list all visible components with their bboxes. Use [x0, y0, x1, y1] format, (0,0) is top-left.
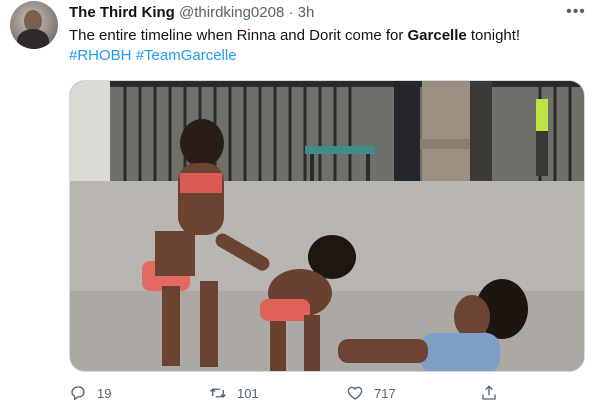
share-button[interactable]	[480, 379, 508, 407]
hashtag-link[interactable]: #TeamGarcelle	[136, 47, 237, 64]
retweet-button[interactable]: 101	[209, 379, 259, 407]
avatar[interactable]	[10, 1, 58, 49]
tweet-text-part: The entire timeline when Rinna and Dorit…	[69, 27, 408, 44]
heart-icon	[347, 386, 363, 400]
reply-icon	[71, 386, 85, 401]
hashtag-link[interactable]: #RHOBH	[69, 47, 132, 64]
user-handle[interactable]: @thirdking0208	[179, 4, 284, 21]
hashtag-list: #RHOBH #TeamGarcelle	[69, 46, 237, 66]
retweet-count: 101	[237, 385, 259, 401]
share-icon	[482, 385, 496, 400]
tweet-media-image[interactable]	[69, 80, 585, 372]
tweet-text: The entire timeline when Rinna and Dorit…	[69, 26, 520, 46]
tweet-text-bold: Garcelle	[407, 27, 467, 44]
retweet-icon	[210, 388, 226, 398]
avatar-body	[17, 29, 49, 49]
separator-dot: ·	[288, 4, 294, 21]
like-button[interactable]: 717	[346, 379, 396, 407]
timestamp[interactable]: 3h	[298, 4, 315, 21]
reply-button[interactable]: 19	[69, 379, 111, 407]
tweet-text-part: tonight!	[466, 27, 521, 44]
like-count: 717	[374, 385, 396, 401]
tweet-actions: 19 101 717	[0, 379, 595, 407]
reply-count: 19	[97, 385, 112, 401]
display-name[interactable]: The Third King	[69, 4, 175, 21]
tweet-header: The Third King @thirdking0208 · 3h	[69, 4, 314, 22]
more-horizontal-icon[interactable]: •••	[566, 3, 586, 21]
media-photo	[70, 81, 584, 371]
tweet[interactable]: The Third King @thirdking0208 · 3h ••• T…	[0, 0, 595, 411]
